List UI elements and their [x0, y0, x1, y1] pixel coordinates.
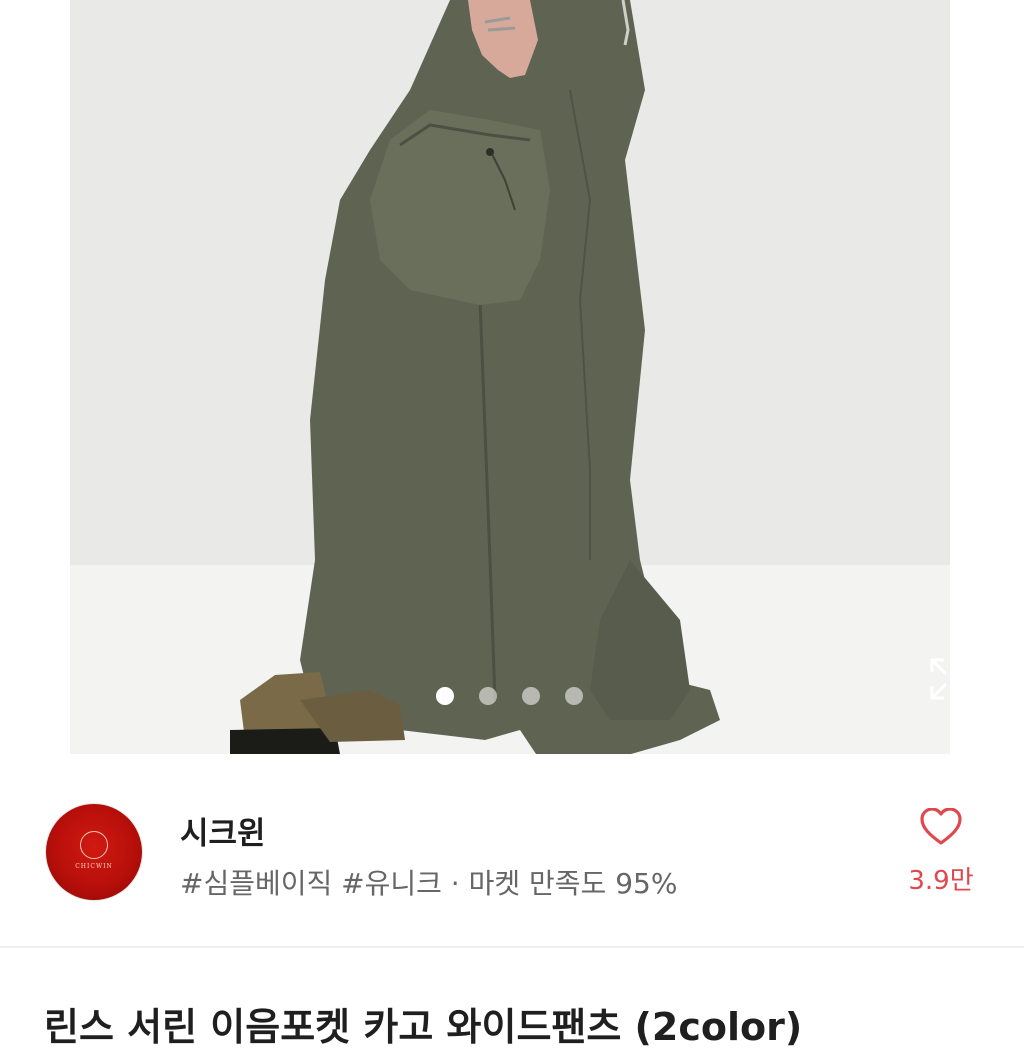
gallery-dot-2[interactable]	[479, 687, 497, 705]
gallery-pagination	[436, 686, 583, 706]
heart-outline-icon	[920, 808, 962, 845]
expand-image-button[interactable]	[930, 656, 950, 702]
shop-info-row	[0, 754, 1024, 946]
like-count: 3.9만	[908, 866, 974, 896]
expand-arrows-icon	[930, 658, 948, 700]
shop-logo-mark	[80, 830, 108, 859]
shop-logo-avatar[interactable]: CHICWIN	[46, 804, 142, 900]
gallery-dot-3[interactable]	[522, 687, 540, 705]
section-divider	[0, 946, 1024, 948]
shop-logo-text: CHICWIN	[75, 862, 113, 870]
shop-tags-rating: #심플베이직 #유니크 · 마켓 만족도 95%	[180, 867, 678, 900]
gallery-dot-1[interactable]	[436, 687, 454, 705]
gallery-dot-4[interactable]	[565, 687, 583, 705]
shop-name[interactable]: 시크윈	[180, 808, 266, 853]
shop-like-button[interactable]: 3.9만	[905, 800, 977, 902]
product-image-gallery[interactable]	[70, 0, 950, 754]
product-photo	[230, 0, 720, 754]
